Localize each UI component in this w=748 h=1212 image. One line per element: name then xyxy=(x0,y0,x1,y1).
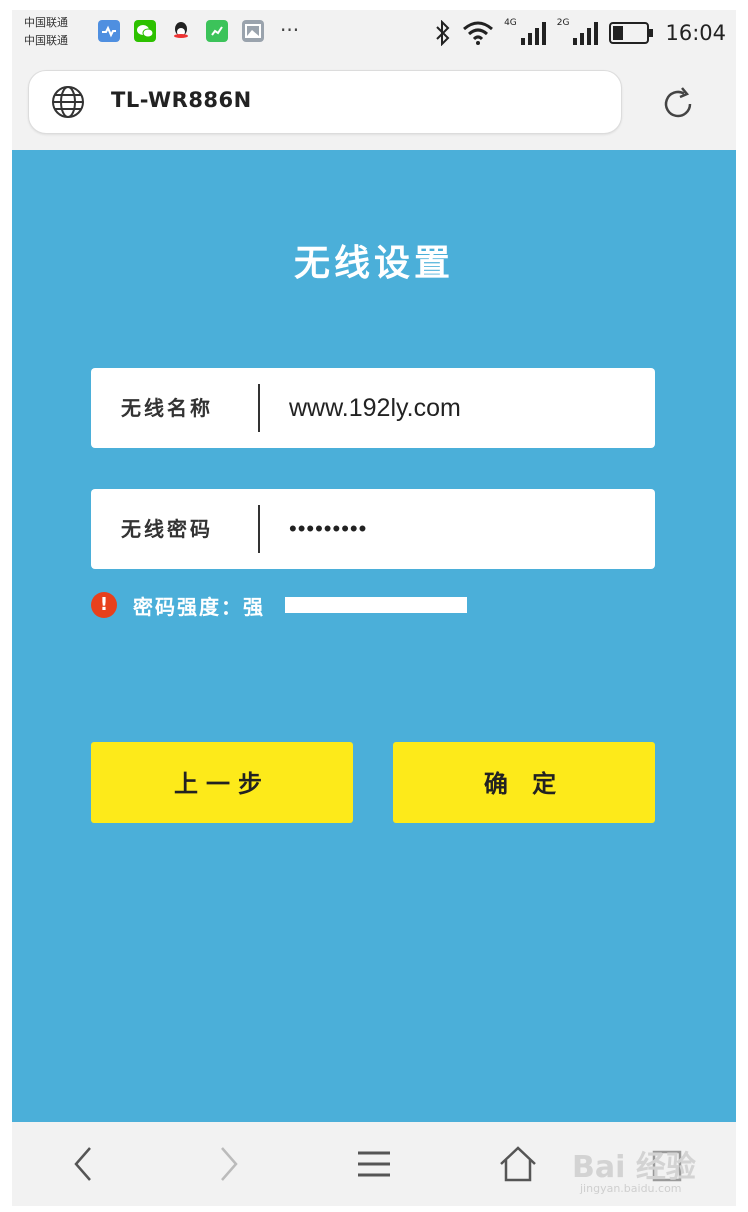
wireless-settings-page: 无线设置 无线名称 无线密码 ••••••••• ! 密码强度：强 上一步 确 … xyxy=(12,150,736,1122)
network-2g-label: 2G xyxy=(556,18,570,28)
strength-label: 密码强度：强 xyxy=(133,594,265,619)
watermark-main: Bai 经验 xyxy=(572,1150,696,1185)
strength-bar xyxy=(285,597,467,613)
menu-icon[interactable] xyxy=(354,1144,394,1184)
bluetooth-icon xyxy=(436,20,450,46)
carrier-1: 中国联通 xyxy=(24,16,68,29)
password-strength: ! 密码强度：强 xyxy=(91,590,467,620)
back-button[interactable]: 上一步 xyxy=(91,742,353,823)
status-right: 4G 2G 16:04 xyxy=(434,18,726,48)
signal-icon xyxy=(520,22,546,45)
phone-green-icon xyxy=(206,20,228,42)
forward-arrow-icon[interactable] xyxy=(208,1144,248,1184)
clock: 16:04 xyxy=(665,21,726,45)
globe-icon xyxy=(52,86,84,118)
password-field[interactable]: 无线密码 ••••••••• xyxy=(91,489,655,569)
url-text: TL-WR886N xyxy=(111,88,252,112)
carrier-2: 中国联通 xyxy=(24,34,68,47)
gallery-icon xyxy=(242,20,264,42)
refresh-icon[interactable] xyxy=(660,86,696,122)
field-divider xyxy=(258,505,260,553)
password-label: 无线密码 xyxy=(121,517,213,541)
page-title: 无线设置 xyxy=(293,242,454,284)
baidu-watermark: Bai 经验 jingyan.baidu.com xyxy=(572,1136,732,1196)
status-bar: 中国联通 中国联通 ··· 4G 2G 16:04 xyxy=(12,10,736,56)
home-icon[interactable] xyxy=(498,1144,538,1184)
wifi-icon xyxy=(463,21,494,45)
watermark-sub: jingyan.baidu.com xyxy=(580,1182,682,1195)
field-divider xyxy=(258,384,260,432)
signal-icon-2 xyxy=(573,22,599,45)
ssid-field[interactable]: 无线名称 xyxy=(91,368,655,448)
browser-bottom-nav: Bai 经验 jingyan.baidu.com xyxy=(12,1122,736,1206)
wechat-icon xyxy=(134,20,156,42)
warning-icon: ! xyxy=(91,592,117,618)
address-bar[interactable]: TL-WR886N xyxy=(28,70,622,134)
qq-icon xyxy=(170,20,192,42)
back-arrow-icon[interactable] xyxy=(64,1144,104,1184)
strength-bar-fill xyxy=(285,597,467,613)
more-notifications: ··· xyxy=(280,18,300,42)
carrier-labels: 中国联通 中国联通 xyxy=(24,14,68,50)
battery-icon xyxy=(609,22,654,44)
confirm-button[interactable]: 确 定 xyxy=(393,742,655,823)
network-4g-label: 4G xyxy=(504,18,517,28)
ssid-label: 无线名称 xyxy=(121,396,213,420)
health-app-icon xyxy=(98,20,120,42)
password-input[interactable]: ••••••••• xyxy=(289,489,629,569)
ssid-input[interactable] xyxy=(289,368,629,448)
phone-screen: 中国联通 中国联通 ··· 4G 2G 16:04 TL-WR886N 无线设置… xyxy=(12,10,736,1206)
